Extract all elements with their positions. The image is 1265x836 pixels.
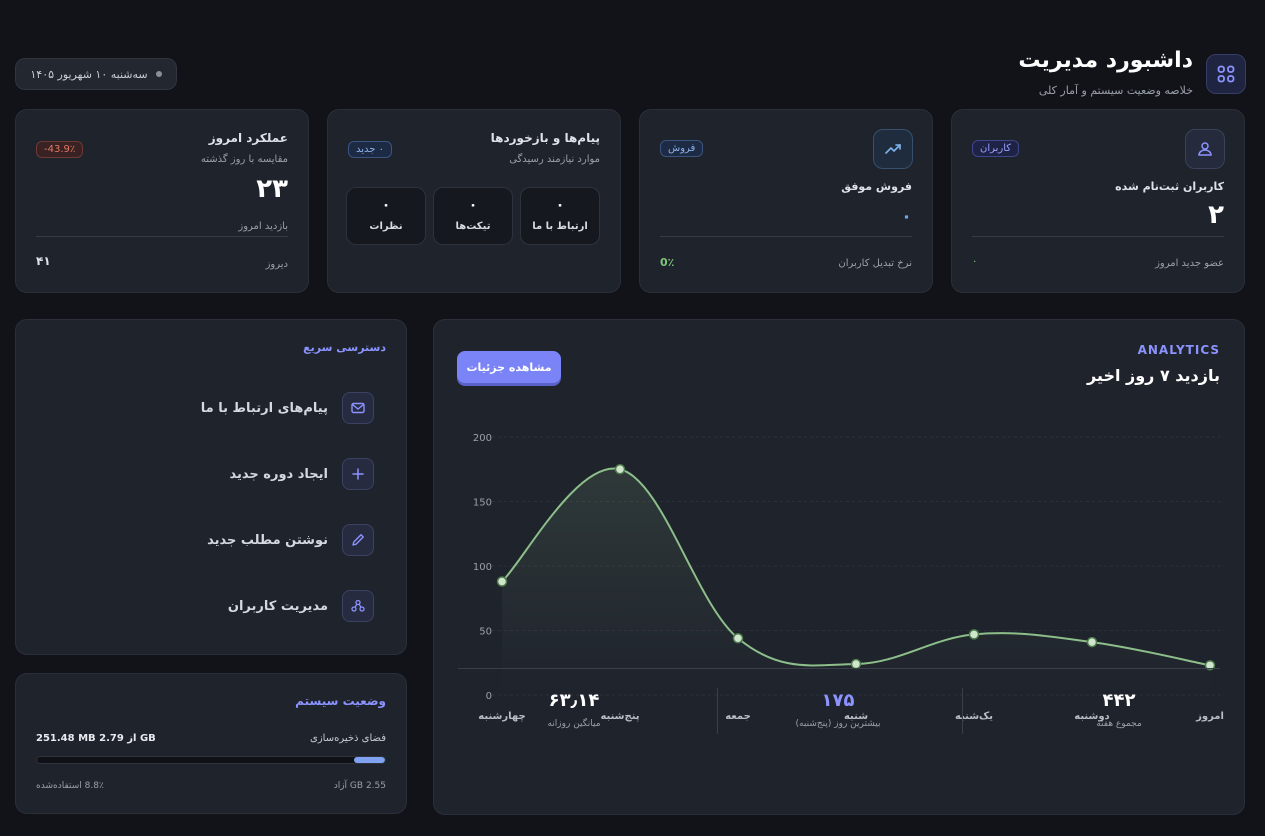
page-subtitle: خلاصه وضعیت سیستم و آمار کلی [1038, 84, 1193, 97]
sales-badge: فروش [660, 140, 704, 157]
sales-footer-value: 0٪ [660, 256, 675, 269]
summary-label: بیشترین روز (پنج‌شنبه) [795, 719, 881, 729]
storage-value: 251.48 MB از 2.79 GB [36, 733, 156, 744]
performance-footer-label: دیروز [265, 259, 288, 270]
performance-subtitle: مقایسه با روز گذشته [200, 154, 288, 165]
chart-point[interactable] [1086, 636, 1098, 648]
users-card: کاربران کاربران ثبت‌نام شده ۲ عضو جدید ا… [951, 109, 1245, 293]
analytics-card: ANALYTICS بازدید ۷ روز اخیر مشاهده جزئیا… [433, 319, 1245, 815]
users-icon [1185, 129, 1225, 169]
quick-access-new-course[interactable]: ایجاد دوره جدید [229, 458, 374, 490]
quick-access-new-post[interactable]: نوشتن مطلب جدید [207, 524, 374, 556]
messages-title: پیام‌ها و بازخوردها [490, 131, 600, 145]
performance-badge: -43.9٪ [36, 141, 84, 158]
performance-divider [36, 236, 288, 237]
quick-access-title: دسترسی سریع [303, 341, 386, 354]
summary-week-total: ۴۴۲ مجموع هفته [994, 690, 1244, 729]
performance-value: ۲۳ [256, 174, 288, 204]
msg-box-comments[interactable]: ۰ نظرات [346, 187, 426, 245]
sales-divider [660, 236, 912, 237]
messages-badge: ۰ جدید [348, 141, 393, 158]
storage-label: فضای ذخیره‌سازی [310, 733, 386, 744]
performance-footer-value: ۴۱ [36, 254, 51, 268]
summary-separator [717, 688, 718, 734]
summary-peak-day: ۱۷۵ بیشترین روز (پنج‌شنبه) [713, 690, 963, 729]
pen-icon [342, 524, 374, 556]
msg-box-label: ارتباط با ما [532, 221, 588, 232]
users-icon [342, 590, 374, 622]
users-footer-label: عضو جدید امروز [1155, 258, 1224, 269]
quick-access-label: پیام‌های ارتباط با ما [200, 400, 328, 416]
y-tick-label: 50 [479, 627, 492, 638]
quick-access-label: نوشتن مطلب جدید [207, 532, 328, 548]
analytics-title: بازدید ۷ روز اخیر [1086, 366, 1220, 385]
msg-box-tickets[interactable]: ۰ تیکت‌ها [433, 187, 513, 245]
analytics-eyebrow: ANALYTICS [1137, 343, 1220, 357]
summary-value: ۴۴۲ [1102, 690, 1136, 711]
chart-point[interactable] [496, 576, 508, 587]
storage-progress-track [36, 756, 386, 764]
sales-value: ۰ [901, 206, 912, 227]
date-pill: سه‌شنبه ۱۰ شهریور ۱۴۰۵ [15, 58, 177, 90]
msg-box-value: ۰ [555, 197, 565, 213]
chart-point[interactable] [968, 629, 980, 640]
summary-value: ۶۳٫۱۴ [548, 690, 600, 711]
msg-box-label: نظرات [369, 221, 403, 232]
sales-footer-label: نرخ تبدیل کاربران [838, 258, 912, 269]
storage-free: 2.55 GB آزاد [333, 781, 386, 791]
y-tick-label: 150 [473, 498, 492, 509]
performance-card: عملکرد امروز مقایسه با روز گذشته -43.9٪ … [15, 109, 309, 293]
summary-daily-average: ۶۳٫۱۴ میانگین روزانه [449, 690, 699, 729]
msg-box-label: تیکت‌ها [455, 221, 491, 232]
summary-value: ۱۷۵ [821, 690, 855, 711]
grid-icon [1206, 54, 1246, 94]
view-details-button[interactable]: مشاهده جزئیات [457, 351, 561, 383]
quick-access-label: مدیریت کاربران [227, 598, 328, 614]
sales-card: فروش فروش موفق ۰ نرخ تبدیل کاربران 0٪ [639, 109, 933, 293]
msg-box-value: ۰ [381, 197, 391, 213]
msg-box-contact[interactable]: ۰ ارتباط با ما [520, 187, 600, 245]
msg-box-value: ۰ [468, 197, 478, 213]
summary-label: میانگین روزانه [547, 719, 601, 729]
quick-access-label: ایجاد دوره جدید [229, 466, 329, 482]
users-divider [972, 236, 1224, 237]
page-title: داشبورد مدیریت [1018, 48, 1193, 73]
users-value: ۲ [1208, 200, 1224, 230]
plus-icon [342, 458, 374, 490]
quick-access-manage-users[interactable]: مدیریت کاربران [228, 590, 374, 622]
quick-access-contact-messages[interactable]: پیام‌های ارتباط با ما [201, 392, 374, 424]
mail-icon [342, 392, 374, 424]
messages-card: پیام‌ها و بازخوردها موارد نیازمند رسیدگی… [327, 109, 621, 293]
date-dot [155, 71, 162, 77]
users-label: کاربران ثبت‌نام شده [1115, 180, 1224, 193]
users-footer-value: ۰ [972, 256, 978, 267]
chart-point[interactable] [732, 632, 744, 644]
date-text: سه‌شنبه ۱۰ شهریور ۱۴۰۵ [30, 67, 148, 81]
system-title: وضعیت سیستم [295, 694, 386, 708]
sales-label: فروش موفق [841, 180, 912, 193]
summary-label: مجموع هفته [1096, 719, 1142, 729]
summary-divider [458, 668, 1220, 669]
chart-point[interactable] [614, 464, 626, 475]
quick-access-card: دسترسی سریع پیام‌های ارتباط با ما ایجاد … [15, 319, 407, 655]
performance-value-label: بازدید امروز [238, 221, 288, 232]
y-tick-label: 200 [473, 433, 492, 444]
y-tick-label: 100 [473, 562, 492, 573]
users-badge: کاربران [972, 140, 1020, 157]
messages-subtitle: موارد نیازمند رسیدگی [509, 154, 600, 165]
system-status-card: وضعیت سیستم فضای ذخیره‌سازی 251.48 MB از… [15, 673, 407, 814]
trend-up-icon [873, 129, 913, 169]
performance-title: عملکرد امروز [208, 131, 288, 145]
storage-used: 8.8٪ استفاده‌شده [36, 781, 104, 791]
storage-progress-fill [354, 757, 385, 763]
